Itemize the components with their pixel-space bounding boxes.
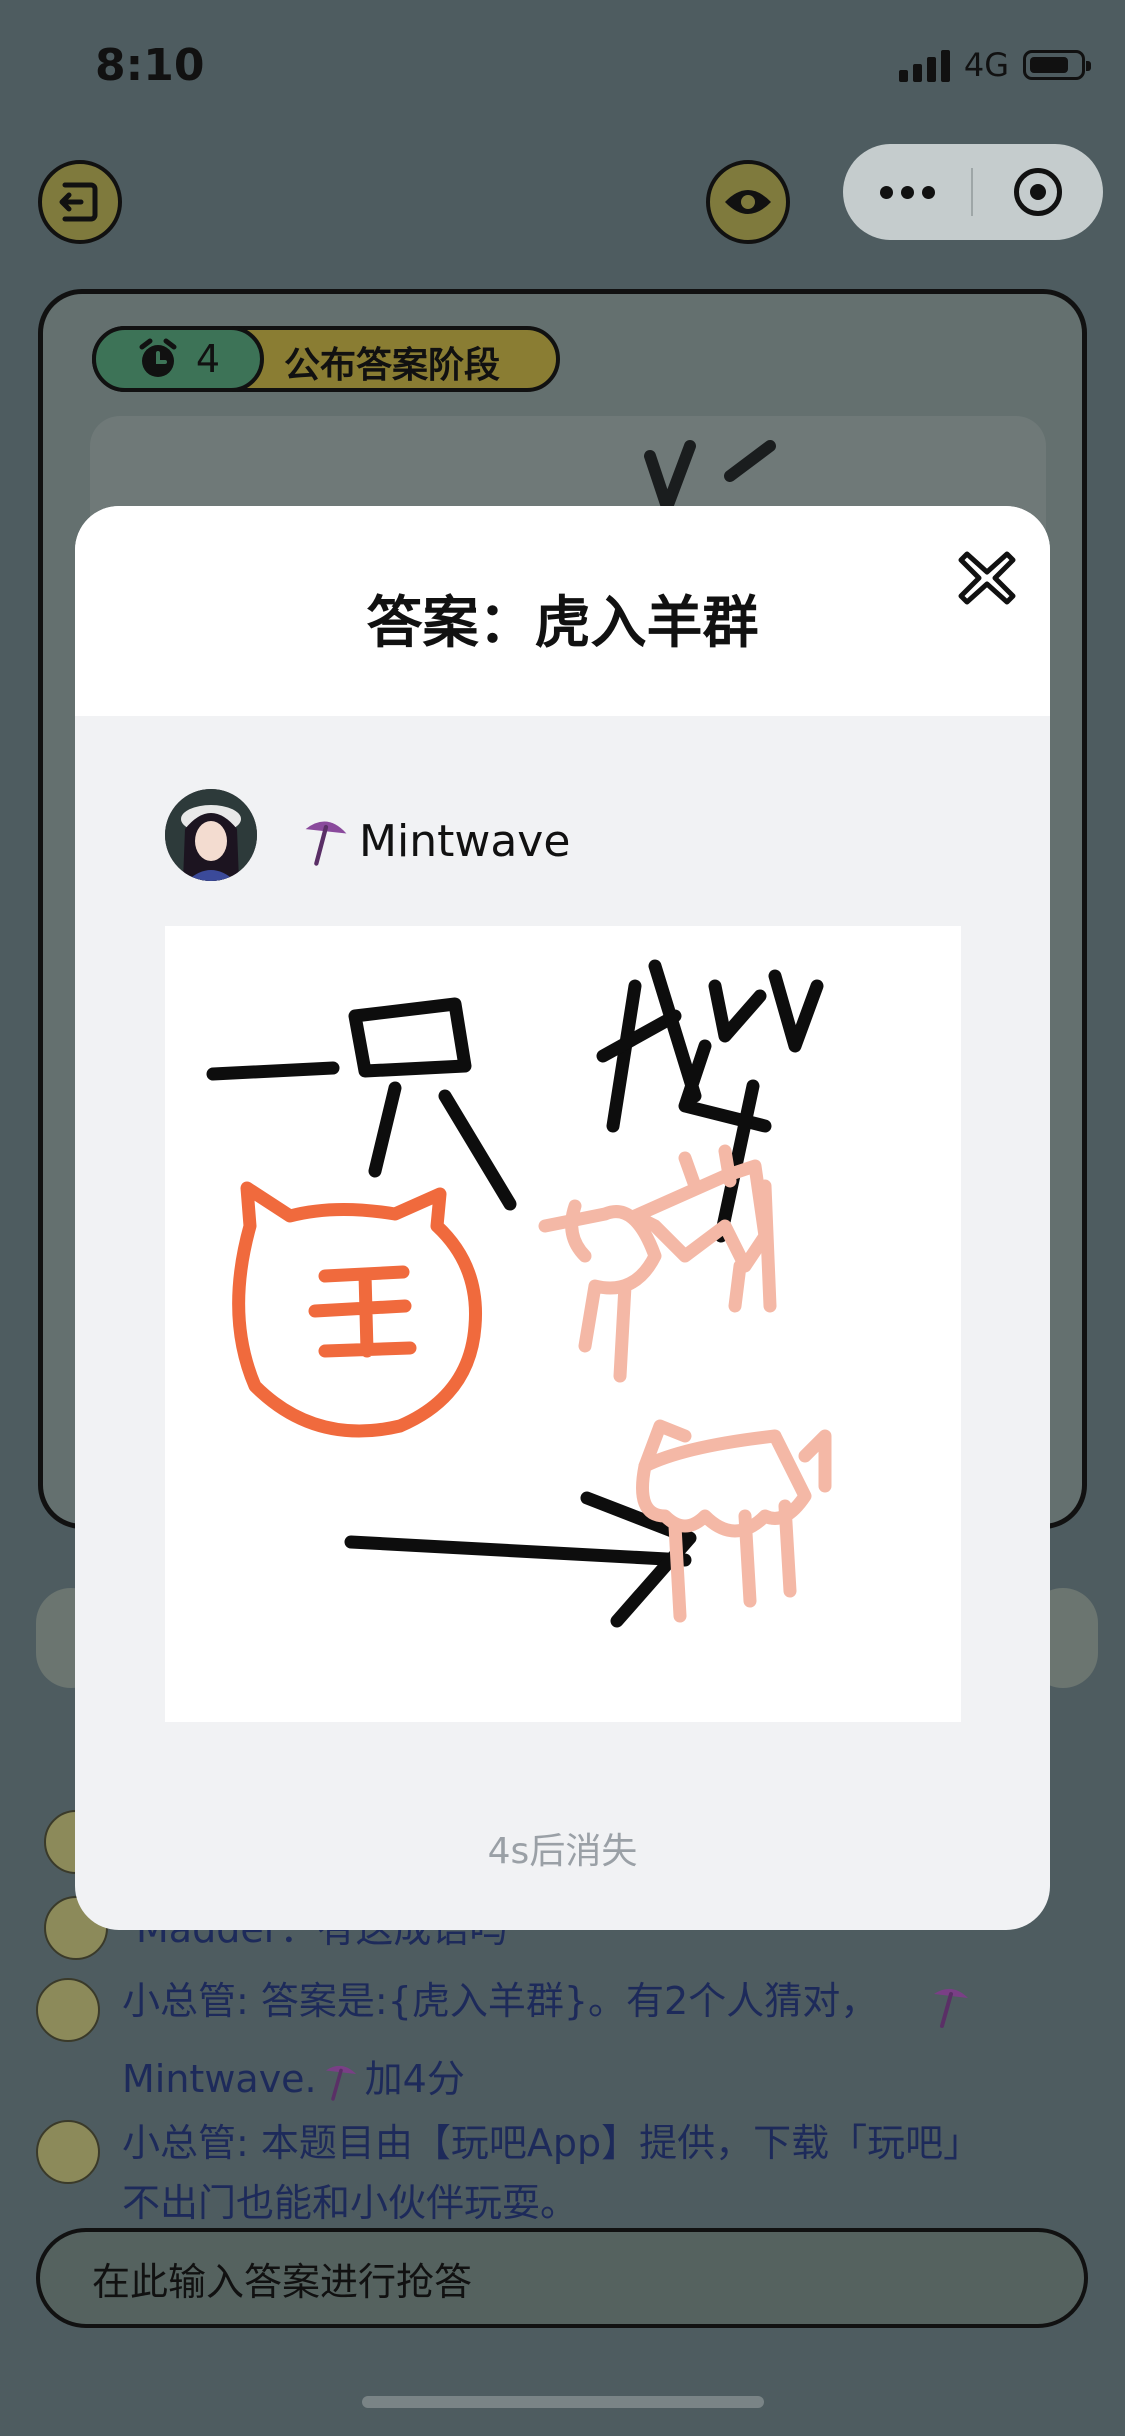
- timer-pill: 4: [92, 326, 264, 392]
- spectate-button[interactable]: [706, 160, 790, 244]
- close-program-button[interactable]: [973, 168, 1103, 216]
- exit-icon: [59, 182, 98, 222]
- umbrella-icon: [325, 2065, 356, 2101]
- signal-icon: [898, 48, 950, 82]
- chat-message: 小总管: 本题目由【玩吧App】提供，下载「玩吧」: [122, 2121, 982, 2165]
- answer-modal: 答案：虎入羊群 Mintwave 4s后消失: [75, 506, 1050, 1930]
- mini-program-capsule: [843, 144, 1103, 240]
- more-dots-icon[interactable]: [843, 185, 971, 199]
- chat-score: 加4分: [364, 2057, 465, 2101]
- chat-user-name: Mintwave.: [122, 2057, 317, 2101]
- chat-avatar: [36, 1978, 100, 2042]
- alarm-clock-icon: [139, 338, 177, 377]
- answer-drawing: [165, 926, 961, 1722]
- chat-message: 小总管: 答案是:{虎入羊群}。有2个人猜对，: [122, 1979, 879, 2023]
- battery-icon: [1023, 50, 1091, 80]
- eye-icon: [725, 190, 771, 214]
- chat-message-cont: 不出门也能和小伙伴玩耍。: [122, 2181, 579, 2225]
- timer-value: 4: [195, 337, 221, 381]
- answer-input[interactable]: 在此输入答案进行抢答: [36, 2228, 1088, 2328]
- chat-avatar: [36, 2120, 100, 2184]
- phase-label: 公布答案阶段: [284, 345, 501, 386]
- drawer-name-text: Mintwave: [359, 815, 571, 867]
- home-indicator: [362, 2396, 764, 2408]
- modal-title: 答案：虎入羊群: [366, 591, 759, 656]
- status-time: 8:10: [95, 40, 205, 91]
- drawing-strokes: [206, 959, 832, 1628]
- drawer-name: Mintwave: [297, 812, 570, 870]
- close-icon[interactable]: [955, 546, 1019, 610]
- umbrella-icon: [934, 1988, 968, 2028]
- avatar[interactable]: [165, 789, 257, 881]
- umbrella-icon: [305, 821, 347, 866]
- chat-message-cont: Mintwave. 加4分: [122, 2048, 465, 2110]
- avatar-image: [165, 789, 257, 881]
- network-label: 4G: [963, 46, 1009, 84]
- exit-button[interactable]: [38, 160, 122, 244]
- dismiss-countdown: 4s后消失: [487, 1831, 638, 1872]
- target-icon: [1014, 168, 1062, 216]
- status-indicators: 4G: [898, 46, 1091, 84]
